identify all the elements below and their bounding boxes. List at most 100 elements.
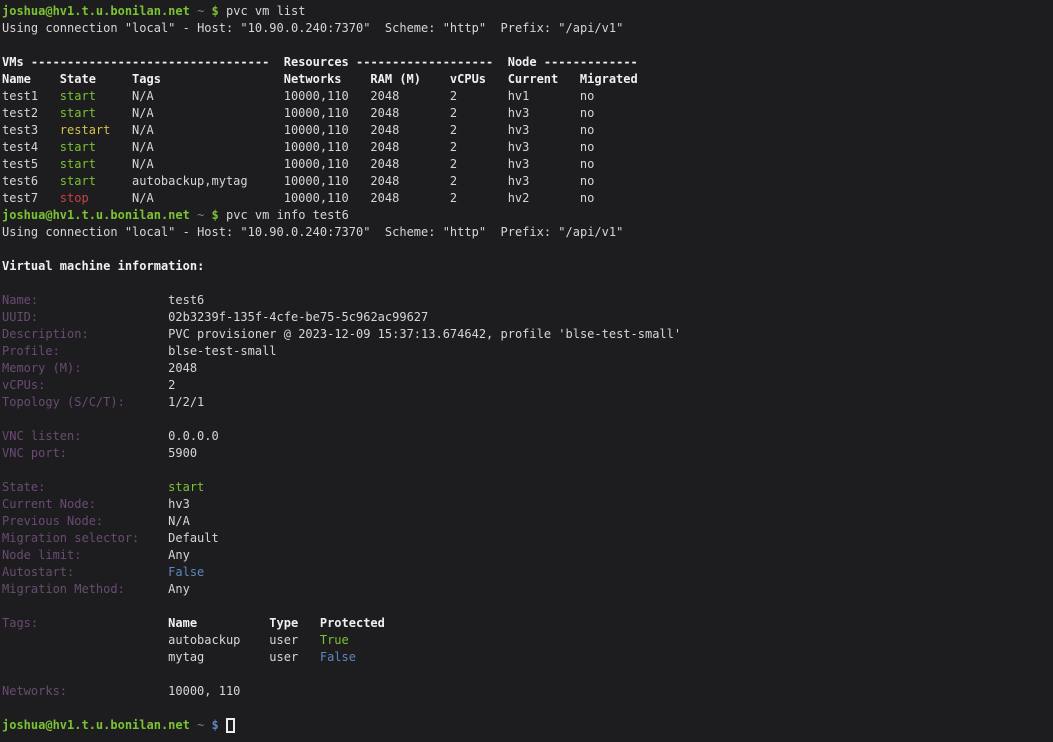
vm-name: test6: [2, 173, 60, 190]
tag-name: autobackup: [168, 632, 269, 649]
info-value: N/A: [168, 513, 190, 530]
terminal[interactable]: joshua@hv1.t.u.bonilan.net ~ $ pvc vm li…: [0, 0, 1053, 742]
info-field-topology: Topology (S/C/T):1/2/1: [2, 394, 1053, 411]
vm-name: test4: [2, 139, 60, 156]
info-value: 5900: [168, 445, 197, 462]
vm-row-test7: test7stopN/A10000,11020482hv2no: [2, 190, 1053, 207]
vm-current-node: hv3: [508, 173, 580, 190]
info-label: Previous Node:: [2, 513, 168, 530]
vm-current-node: hv3: [508, 156, 580, 173]
vm-migrated: no: [580, 139, 594, 156]
info-label: Description:: [2, 326, 168, 343]
prompt-dollar: $: [212, 717, 226, 734]
info-label: Current Node:: [2, 496, 168, 513]
vm-row-test4: test4startN/A10000,11020482hv3no: [2, 139, 1053, 156]
info-label: Migration Method:: [2, 581, 168, 598]
tag-col-type: Type: [269, 615, 320, 632]
info-label: Memory (M):: [2, 360, 168, 377]
info-value: Any: [168, 547, 190, 564]
info-value: test6: [168, 292, 204, 309]
vm-tags: N/A: [132, 88, 284, 105]
vm-tags: N/A: [132, 156, 284, 173]
vm-state: stop: [60, 190, 132, 207]
vm-networks: 10000,110: [284, 156, 371, 173]
prompt-dollar: $: [212, 3, 219, 20]
blank-line: [2, 411, 1053, 428]
blank-line: [2, 666, 1053, 683]
info-field-profile: Profile:blse-test-small: [2, 343, 1053, 360]
blank-line: [2, 598, 1053, 615]
blank-line: [2, 275, 1053, 292]
info-label: UUID:: [2, 309, 168, 326]
connection-info-line: Using connection "local" - Host: "10.90.…: [2, 224, 1053, 241]
vm-migrated: no: [580, 88, 594, 105]
vm-ram: 2048: [370, 190, 449, 207]
info-value: start: [168, 479, 204, 496]
prompt-line: joshua@hv1.t.u.bonilan.net ~ $ pvc vm in…: [2, 207, 1053, 224]
vm-row-test6: test6startautobackup,mytag10000,11020482…: [2, 173, 1053, 190]
info-field-description: Description:PVC provisioner @ 2023-12-09…: [2, 326, 1053, 343]
vm-vcpus: 2: [450, 88, 508, 105]
info-label: State:: [2, 479, 168, 496]
info-label: Name:: [2, 292, 168, 309]
info-value: False: [168, 564, 204, 581]
info-label: Migration selector:: [2, 530, 168, 547]
vm-tags: autobackup,mytag: [132, 173, 284, 190]
vm-networks: 10000,110: [284, 190, 371, 207]
vm-current-node: hv1: [508, 88, 580, 105]
blank-line: [2, 462, 1053, 479]
vm-vcpus: 2: [450, 139, 508, 156]
info-value: 02b3239f-135f-4cfe-be75-5c962ac99627: [168, 309, 428, 326]
prompt-cwd: ~: [190, 717, 212, 734]
col-state: State: [60, 71, 132, 88]
col-vcpus: vCPUs: [450, 71, 508, 88]
blank-line: [2, 241, 1053, 258]
vm-vcpus: 2: [450, 122, 508, 139]
connection-info: Using connection "local" - Host: "10.90.…: [2, 20, 623, 37]
vm-row-test5: test5startN/A10000,11020482hv3no: [2, 156, 1053, 173]
info-field-current-node: Current Node:hv3: [2, 496, 1053, 513]
info-field-memory: Memory (M):2048: [2, 360, 1053, 377]
prompt-cwd: ~: [190, 207, 212, 224]
vm-migrated: no: [580, 122, 594, 139]
vm-ram: 2048: [370, 156, 449, 173]
vm-table-header: NameStateTagsNetworksRAM (M)vCPUsCurrent…: [2, 71, 1053, 88]
vm-vcpus: 2: [450, 105, 508, 122]
col-tags: Tags: [132, 71, 284, 88]
blank-line: [2, 37, 1053, 54]
vm-migrated: no: [580, 190, 594, 207]
tag-name: mytag: [168, 649, 269, 666]
info-value: 2048: [168, 360, 197, 377]
vm-name: test1: [2, 88, 60, 105]
info-value: blse-test-small: [168, 343, 276, 360]
tag-row-autobackup: autobackupuserTrue: [2, 632, 1053, 649]
info-label: Networks:: [2, 683, 168, 700]
vm-ram: 2048: [370, 88, 449, 105]
info-field-state: State:start: [2, 479, 1053, 496]
vm-row-test1: test1startN/A10000,11020482hv1no: [2, 88, 1053, 105]
info-field-networks: Networks:10000, 110: [2, 683, 1053, 700]
info-label: Autostart:: [2, 564, 168, 581]
info-value: 2: [168, 377, 175, 394]
info-value: 0.0.0.0: [168, 428, 219, 445]
command-text: pvc vm info test6: [219, 207, 349, 224]
info-field-vnc-port: VNC port:5900: [2, 445, 1053, 462]
vm-name: test3: [2, 122, 60, 139]
col-ram: RAM (M): [370, 71, 449, 88]
info-label: Profile:: [2, 343, 168, 360]
info-field-vcpus: vCPUs:2: [2, 377, 1053, 394]
col-migrated: Migrated: [580, 71, 638, 88]
vm-migrated: no: [580, 105, 594, 122]
tags-table-header: Tags:NameTypeProtected: [2, 615, 1053, 632]
tag-row-mytag: mytaguserFalse: [2, 649, 1053, 666]
info-value: PVC provisioner @ 2023-12-09 15:37:13.67…: [168, 326, 681, 343]
info-label: VNC listen:: [2, 428, 168, 445]
connection-info: Using connection "local" - Host: "10.90.…: [2, 224, 623, 241]
vm-name: test7: [2, 190, 60, 207]
info-value: 1/2/1: [168, 394, 204, 411]
tag-type: user: [269, 649, 320, 666]
col-networks: Networks: [284, 71, 371, 88]
info-field-migration-selector: Migration selector:Default: [2, 530, 1053, 547]
tag-col-protected: Protected: [320, 615, 385, 632]
vm-state: start: [60, 88, 132, 105]
